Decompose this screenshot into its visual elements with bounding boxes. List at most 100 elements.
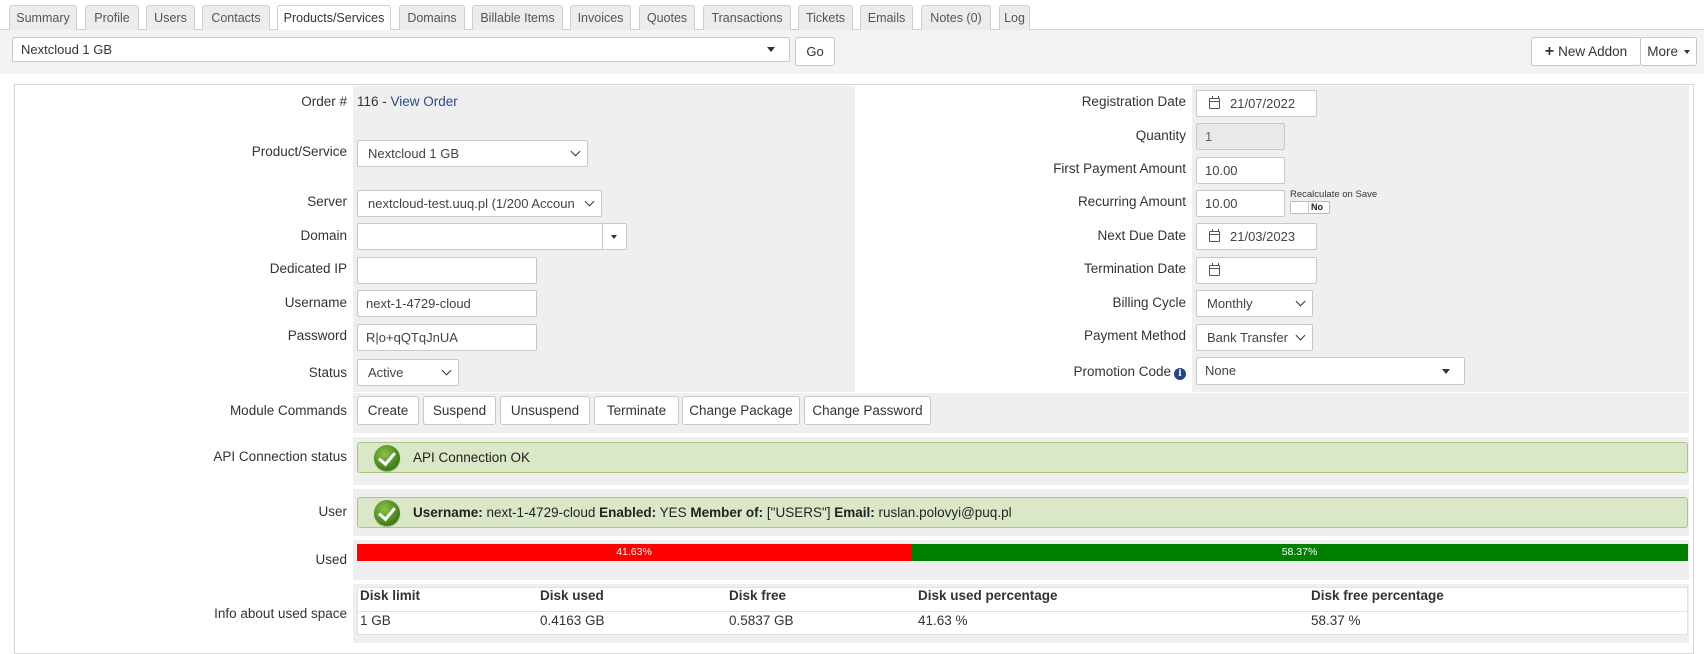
go-button[interactable]: Go	[795, 37, 835, 66]
registration-date-input[interactable]: 21/07/2022	[1196, 90, 1317, 117]
next-due-date-label: Next Due Date	[1097, 228, 1186, 243]
tab-notes[interactable]: Notes (0)	[921, 5, 991, 30]
enabled-key: Enabled:	[599, 505, 657, 520]
change-password-button[interactable]: Change Password	[804, 396, 931, 425]
first-payment-input[interactable]: 10.00	[1196, 157, 1285, 184]
tab-contacts[interactable]: Contacts	[202, 5, 270, 30]
info-icon[interactable]: i	[1174, 368, 1186, 380]
next-due-date-value: 21/03/2023	[1230, 229, 1296, 244]
header-disk-used-percentage: Disk used percentage	[918, 588, 1058, 603]
recurring-amount-label: Recurring Amount	[1077, 194, 1186, 209]
product-selector-bar: Nextcloud 1 GB Go + New Addon More	[0, 30, 1704, 74]
billing-cycle-select[interactable]: Monthly	[1196, 290, 1313, 317]
tab-transactions[interactable]: Transactions	[703, 5, 791, 30]
username-input[interactable]: next-1-4729-cloud	[357, 290, 537, 317]
enabled-val: YES	[656, 505, 691, 520]
chevron-down-icon	[767, 47, 775, 52]
termination-date-input[interactable]	[1196, 257, 1317, 284]
quantity-input[interactable]: 1	[1196, 123, 1285, 150]
promotion-code-value: None	[1205, 363, 1237, 378]
change-package-button[interactable]: Change Package	[682, 396, 800, 425]
more-label: More	[1647, 44, 1678, 59]
suspend-button[interactable]: Suspend	[423, 396, 496, 425]
product-select[interactable]: Nextcloud 1 GB	[12, 37, 790, 62]
email-val: ruslan.polovyi@puq.pl	[874, 505, 1012, 520]
domain-input[interactable]	[357, 223, 604, 250]
product-service-label: Product/Service	[251, 144, 347, 159]
member-key: Member of:	[690, 505, 764, 520]
promotion-code-label: Promotion Code i	[960, 362, 1186, 382]
billing-cycle-value: Monthly	[1207, 296, 1253, 311]
recalculate-toggle-label: No	[1311, 202, 1323, 212]
new-addon-label: New Addon	[1558, 44, 1628, 59]
unsuspend-button[interactable]: Unsuspend	[500, 396, 590, 425]
tab-tickets[interactable]: Tickets	[798, 5, 853, 30]
password-input[interactable]: R|o+qQTqJnUA	[357, 324, 537, 351]
domain-label: Domain	[300, 228, 347, 243]
tab-billable-items[interactable]: Billable Items	[472, 5, 563, 30]
promotion-code-select[interactable]: None	[1196, 357, 1465, 385]
username-label: Username	[284, 295, 347, 310]
free-bar-segment: 58.37%	[911, 544, 1688, 561]
table-divider	[358, 611, 1687, 612]
registration-date-value: 21/07/2022	[1230, 96, 1296, 111]
header-disk-used: Disk used	[540, 588, 604, 603]
server-label: Server	[307, 194, 347, 209]
user-label: User	[318, 504, 347, 519]
product-service-select[interactable]: Nextcloud 1 GB	[357, 140, 588, 167]
api-connection-text: API Connection OK	[413, 450, 531, 465]
cell-disk-limit: 1 GB	[360, 613, 391, 628]
chevron-down-icon	[584, 196, 595, 206]
server-select[interactable]: nextcloud-test.uuq.pl (1/200 Accoun	[357, 190, 602, 217]
order-value: 116 - View Order	[357, 94, 458, 109]
email-key: Email:	[834, 505, 875, 520]
header-disk-free: Disk free	[729, 588, 787, 603]
tab-quotes[interactable]: Quotes	[639, 5, 695, 30]
domain-dropdown-button[interactable]	[602, 223, 627, 250]
module-commands-label: Module Commands	[229, 403, 347, 418]
plus-icon: +	[1544, 43, 1555, 60]
calendar-icon	[1209, 263, 1220, 276]
more-button[interactable]: More	[1640, 37, 1697, 66]
dedicated-ip-input[interactable]	[357, 257, 537, 284]
payment-method-value: Bank Transfer	[1207, 330, 1288, 345]
view-order-link[interactable]: View Order	[391, 94, 458, 109]
chevron-down-icon	[1295, 296, 1306, 306]
client-tabs: Summary Profile Users Contacts Products/…	[0, 0, 1704, 31]
billing-cycle-label: Billing Cycle	[1112, 295, 1186, 310]
server-value: nextcloud-test.uuq.pl (1/200 Accoun	[368, 196, 575, 211]
info-used-space-label: Info about used space	[214, 606, 347, 621]
cell-disk-used: 0.4163 GB	[540, 613, 605, 628]
tab-emails[interactable]: Emails	[860, 5, 913, 30]
tab-summary[interactable]: Summary	[9, 5, 77, 30]
username-key: Username:	[413, 505, 483, 520]
product-select-value: Nextcloud 1 GB	[21, 42, 113, 57]
first-payment-label: First Payment Amount	[1053, 161, 1186, 176]
tab-domains[interactable]: Domains	[399, 5, 465, 30]
calendar-icon	[1209, 229, 1220, 242]
used-label: Used	[315, 552, 347, 567]
tab-users[interactable]: Users	[146, 5, 195, 30]
tab-invoices[interactable]: Invoices	[570, 5, 631, 30]
used-progress-bar: 41.63% 58.37%	[357, 544, 1688, 561]
recurring-amount-input[interactable]: 10.00	[1196, 190, 1285, 217]
password-label: Password	[287, 328, 347, 343]
create-button[interactable]: Create	[357, 396, 419, 425]
check-circle-icon	[374, 500, 400, 526]
used-bar-segment: 41.63%	[357, 544, 911, 561]
next-due-date-input[interactable]: 21/03/2023	[1196, 223, 1317, 250]
terminate-button[interactable]: Terminate	[594, 396, 679, 425]
tab-products-services[interactable]: Products/Services	[277, 5, 391, 31]
tab-profile[interactable]: Profile	[85, 5, 139, 30]
status-select[interactable]: Active	[357, 359, 459, 386]
payment-method-select[interactable]: Bank Transfer	[1196, 324, 1313, 351]
cell-disk-free: 0.5837 GB	[729, 613, 794, 628]
dedicated-ip-label: Dedicated IP	[269, 261, 347, 276]
new-addon-button[interactable]: + New Addon	[1531, 37, 1641, 66]
tab-log[interactable]: Log	[999, 5, 1030, 30]
product-service-value: Nextcloud 1 GB	[368, 146, 460, 161]
check-circle-icon	[374, 445, 400, 471]
recalculate-toggle[interactable]: No	[1290, 201, 1330, 214]
payment-method-label: Payment Method	[1083, 328, 1186, 343]
recalculate-label: Recalculate on Save	[1290, 189, 1378, 200]
